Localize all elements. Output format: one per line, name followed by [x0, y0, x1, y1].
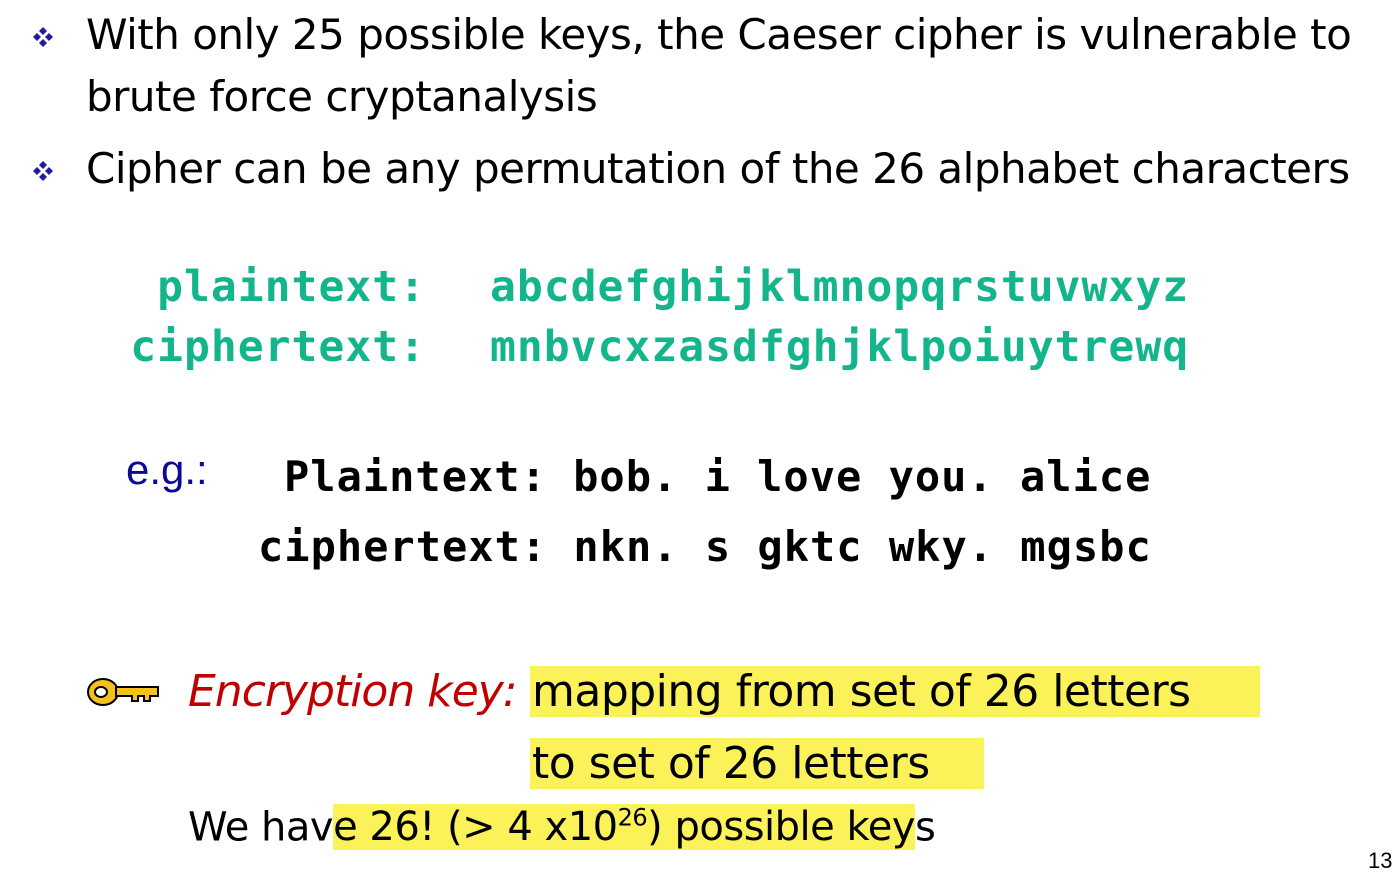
- possible-keys-count: e 26! (> 4 x10: [333, 804, 618, 851]
- example-plaintext: Plaintext: bob. i love you. alice: [284, 452, 1152, 501]
- bullet-1-line-1: With only 25 possible keys, the Caeser c…: [86, 10, 1352, 59]
- possible-keys-highlight: e 26! (> 4 x1026) possible key: [333, 804, 915, 851]
- example-label: e.g.:: [126, 446, 208, 493]
- possible-keys-statement: We have 26! (> 4 x1026) possible keys: [188, 804, 936, 851]
- diamond-bullet-icon: [33, 161, 53, 181]
- example-ciphertext: ciphertext: nkn. s gktc wky. mgsbc: [258, 522, 1152, 571]
- possible-keys-suffix: s: [915, 804, 936, 851]
- plaintext-label: plaintext:: [157, 262, 426, 312]
- bullet-1-line-2: brute force cryptanalysis: [86, 72, 598, 121]
- key-icon: [87, 678, 159, 706]
- diamond-bullet-icon: [33, 27, 53, 47]
- encryption-key-label: Encryption key:: [188, 666, 518, 717]
- encryption-key-line-2: to set of 26 letters: [530, 738, 984, 789]
- ciphertext-label: ciphertext:: [130, 322, 426, 372]
- possible-keys-exponent: 26: [617, 804, 648, 832]
- bullet-2-line-1: Cipher can be any permutation of the 26 …: [86, 144, 1350, 193]
- plaintext-alphabet: abcdefghijklmnopqrstuvwxyz: [490, 262, 1190, 312]
- encryption-key-line-1: mapping from set of 26 letters: [530, 666, 1260, 717]
- ciphertext-alphabet: mnbvcxzasdfghjklpoiuytrewq: [490, 322, 1190, 372]
- possible-keys-tail: ) possible key: [647, 804, 915, 851]
- possible-keys-prefix: We hav: [188, 804, 334, 851]
- page-number: 13: [1368, 848, 1393, 873]
